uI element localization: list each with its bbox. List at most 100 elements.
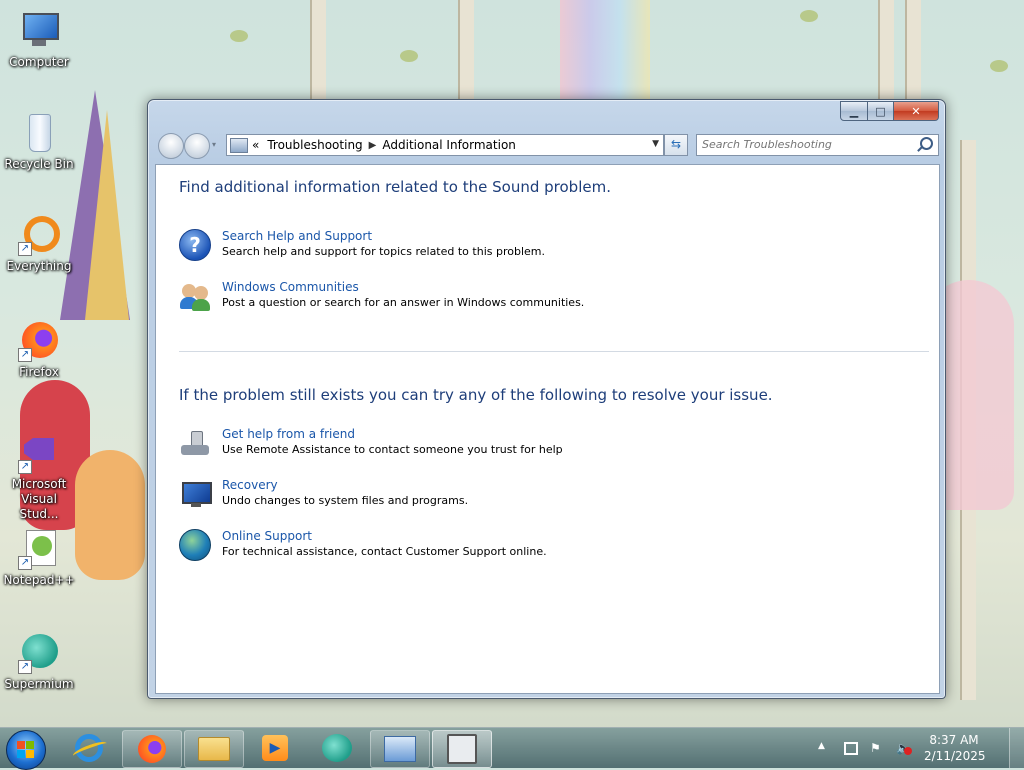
address-dropdown-icon[interactable]: ▼ [652,139,659,149]
start-button[interactable] [6,730,46,770]
caption-buttons: ▁ □ ✕ [840,101,939,121]
back-button[interactable] [158,133,184,159]
recovery-icon [179,478,213,512]
control-panel-icon [384,736,416,762]
close-button[interactable]: ✕ [894,101,939,121]
wallpaper-decoration [990,60,1008,72]
refresh-icon: ⇆ [670,137,682,151]
clock-time: 8:37 AM [929,733,979,747]
media-player-icon: ▶ [262,735,288,761]
taskbar-internet-explorer[interactable] [60,730,118,766]
breadcrumb-item-additional-information[interactable]: Additional Information [382,138,516,152]
shortcut-arrow-icon: ↗ [18,660,32,674]
troubleshooting-window: ▁ □ ✕ ▾ « Troubleshooting ▶ Additional I… [147,99,946,699]
list-item: Windows Communities Post a question or s… [179,280,584,314]
windows-logo-icon [17,741,35,759]
desktop-icon-notepad-plus-plus[interactable]: ↗ Notepad++ [2,528,76,587]
clock-date: 2/11/2025 [924,749,986,763]
action-center-flag-icon[interactable]: ⚑ [870,741,884,755]
show-hidden-icons-icon[interactable]: ▲ [818,741,832,755]
system-tray: ▲ ⚑ 🔈 8:37 AM 2/11/2025 [812,728,986,768]
section-heading: Find additional information related to t… [179,178,611,196]
wallpaper-decoration [85,110,129,320]
item-description: For technical assistance, contact Custom… [222,545,547,558]
minimize-icon: ▁ [849,104,859,118]
wallpaper-decoration [905,0,921,100]
remote-assistance-icon [179,427,213,461]
taskbar-supermium[interactable] [308,730,366,766]
computer-icon [18,10,60,52]
network-icon[interactable] [844,741,858,755]
breadcrumb-overflow-button[interactable]: « [252,138,259,152]
desktop-icon-label: Notepad++ [3,573,75,587]
item-description: Post a question or search for an answer … [222,296,585,309]
taskbar-control-panel[interactable] [370,730,430,768]
wallpaper-decoration [458,0,474,100]
clock[interactable]: 8:37 AM 2/11/2025 [924,732,986,764]
list-item: Recovery Undo changes to system files an… [179,478,468,512]
notepad-plus-plus-icon: ↗ [18,528,60,570]
search-box[interactable] [696,134,939,156]
desktop-icon-label: Computer [9,55,69,69]
taskbar-firefox[interactable] [122,730,182,768]
desktop-icon-label: Supermium [4,677,74,691]
item-description: Undo changes to system files and program… [222,494,469,507]
recent-pages-dropdown[interactable]: ▾ [212,140,216,149]
online-support-link[interactable]: Online Support [222,529,547,544]
item-description: Use Remote Assistance to contact someone… [222,443,563,456]
get-help-from-friend-link[interactable]: Get help from a friend [222,427,563,442]
search-icon[interactable] [920,137,933,150]
wallpaper-decoration [310,0,326,100]
search-input[interactable] [697,135,912,153]
everything-icon: ↗ [18,214,60,256]
recovery-link[interactable]: Recovery [222,478,468,493]
wallpaper-decoration [400,50,418,62]
desktop-icon-supermium[interactable]: ↗ Supermium [2,632,76,691]
desktop-icon-firefox[interactable]: ↗ Firefox [2,320,76,379]
windows-communities-link[interactable]: Windows Communities [222,280,584,295]
search-help-link[interactable]: Search Help and Support [222,229,545,244]
section-divider [179,351,929,352]
wallpaper-decoration [230,30,248,42]
taskbar-troubleshooting-window[interactable] [432,730,492,768]
communities-icon [179,280,213,314]
navigation-bar: ▾ « Troubleshooting ▶ Additional Informa… [156,132,939,159]
wallpaper-decoration [878,0,894,100]
folder-icon [198,737,230,761]
show-desktop-button[interactable] [1009,728,1024,768]
forward-button[interactable] [184,133,210,159]
desktop-icon-label: Everything [6,259,72,273]
shortcut-arrow-icon: ↗ [18,242,32,256]
taskbar: ▶ ▲ ⚑ 🔈 8:37 AM 2/11/2025 [0,727,1024,770]
maximize-button[interactable]: □ [868,101,894,121]
volume-muted-icon[interactable]: 🔈 [896,741,912,755]
supermium-icon [322,734,352,762]
maximize-icon: □ [875,104,886,118]
list-item: Get help from a friend Use Remote Assist… [179,427,563,461]
help-icon: ? [179,229,213,263]
desktop-icon-label: Microsoft Visual Stud... [11,477,67,521]
globe-icon [179,529,213,563]
refresh-button[interactable]: ⇆ [664,134,688,156]
wallpaper-decoration [75,450,145,580]
taskbar-media-player[interactable]: ▶ [246,730,304,766]
shortcut-arrow-icon: ↗ [18,348,32,362]
list-item: Online Support For technical assistance,… [179,529,547,563]
address-bar[interactable]: « Troubleshooting ▶ Additional Informati… [226,134,664,156]
desktop-icon-visual-studio[interactable]: ↗ Microsoft Visual Stud... [2,432,76,522]
list-item: ? Search Help and Support Search help an… [179,229,545,263]
desktop-icon-everything[interactable]: ↗ Everything [2,214,76,273]
minimize-button[interactable]: ▁ [840,101,868,121]
breadcrumb-item-troubleshooting[interactable]: Troubleshooting [267,138,362,152]
wallpaper-decoration [560,0,650,110]
firefox-icon [138,735,166,763]
visual-studio-icon: ↗ [18,432,60,474]
desktop-icon-label: Recycle Bin [4,157,74,171]
desktop-icon-computer[interactable]: Computer [2,10,76,69]
close-icon: ✕ [911,104,921,118]
control-panel-icon [230,137,248,153]
taskbar-file-explorer[interactable] [184,730,244,768]
recycle-bin-icon [18,112,60,154]
breadcrumb-separator-icon[interactable]: ▶ [369,140,377,151]
desktop-icon-recycle-bin[interactable]: Recycle Bin [2,112,76,171]
